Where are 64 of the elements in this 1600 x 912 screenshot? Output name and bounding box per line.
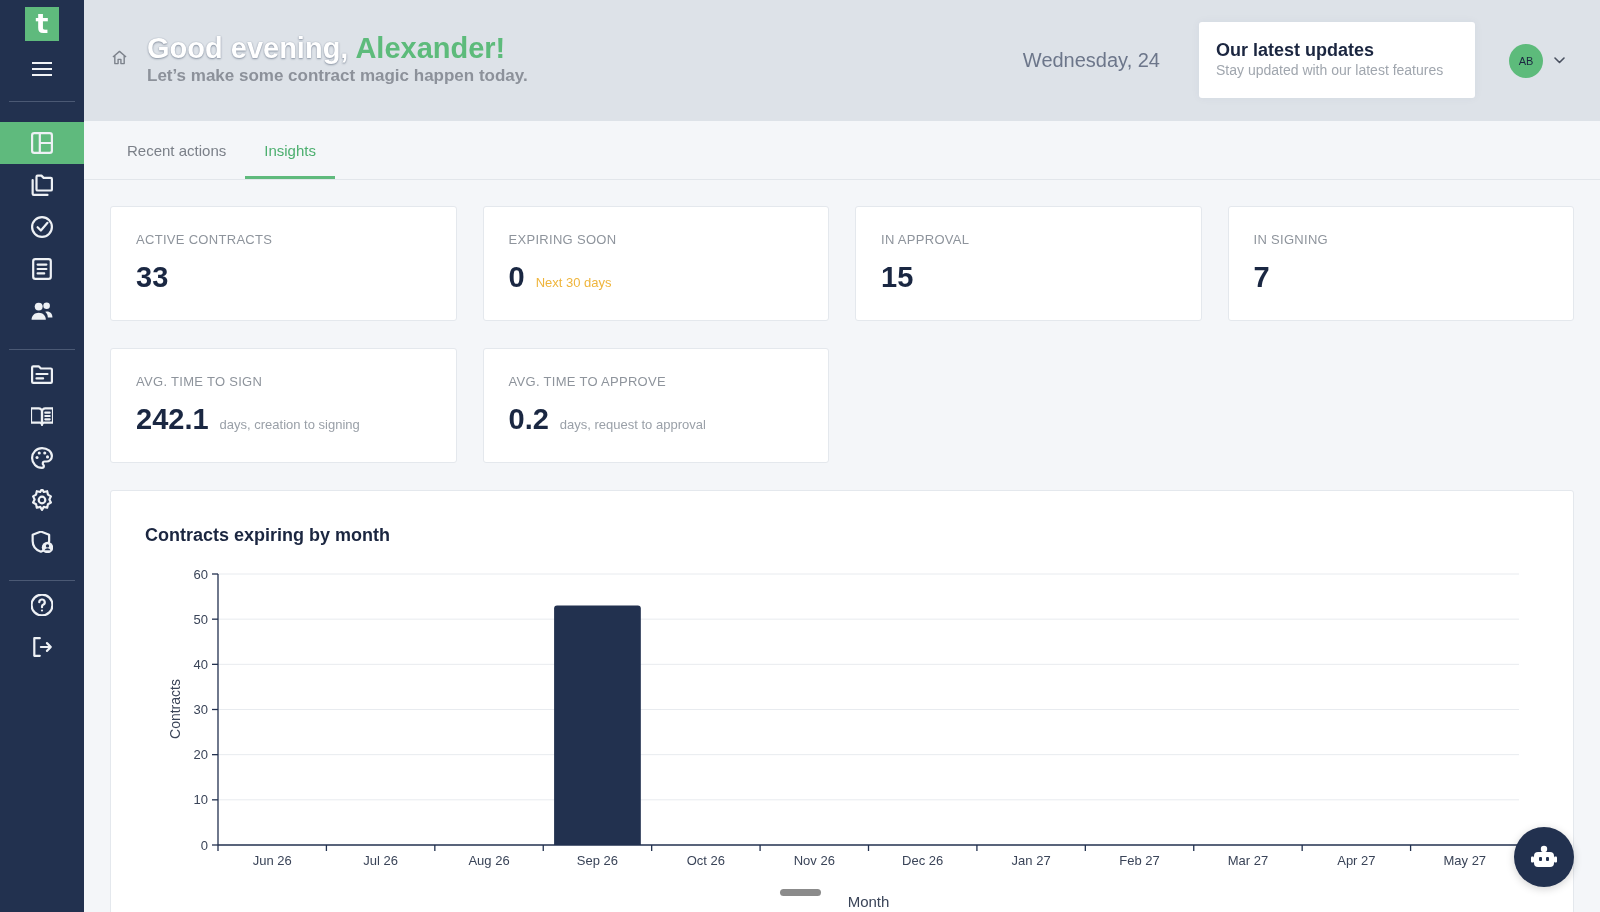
x-tick-label: Sep 26 [576,853,619,868]
x-tick-label: Aug 26 [468,853,510,868]
palette-icon [31,447,53,469]
shield-user-icon [31,531,53,553]
stat-value: 33 [136,260,169,294]
y-tick-label: 40 [193,656,208,672]
stat-value: 0.2 [508,402,549,436]
home-icon[interactable] [112,50,127,65]
tab[interactable]: Recent actions [108,121,246,179]
greeting-title: Good evening, Alexander! [147,30,507,65]
stat-label: EXPIRING SOON [508,232,618,248]
scrollbar-thumb[interactable] [780,889,821,896]
document-icon [31,258,53,280]
x-tick-label: Dec 26 [902,853,944,868]
greeting-subtitle: Let’s make some contract magic happen today. [147,64,528,87]
stat-note: days, creation to signing [219,417,360,432]
robot-icon [1531,845,1557,869]
help-icon [31,594,53,616]
settings-icon [31,489,53,511]
stat-label: IN SIGNING [1253,232,1329,248]
check-circle-icon [31,216,53,238]
book-icon [31,405,53,427]
logout-icon [31,636,53,658]
chevron-down-icon[interactable] [1554,57,1565,64]
y-tick-label: 20 [193,747,208,763]
stat-value: 0 [508,260,525,294]
y-tick-label: 60 [193,566,208,582]
tab[interactable]: Insights [245,121,335,179]
updates-subtitle: Stay updated with our latest features [1216,61,1445,79]
x-tick-label: May 27 [1443,853,1487,868]
folders-icon [31,174,53,196]
stat-note: days, request to approval [559,417,706,432]
stat-label: AVG. TIME TO APPROVE [508,374,667,390]
y-tick-label: 50 [193,611,208,627]
y-axis-title: Contracts [166,679,183,739]
x-tick-label: Oct 26 [686,853,725,868]
x-tick-label: Jun 26 [252,853,292,868]
x-tick-label: Jul 26 [363,853,398,868]
x-tick-label: Nov 26 [793,853,835,868]
date-text: Wednesday, 24 [1022,49,1160,72]
x-tick-label: Jan 27 [1011,853,1051,868]
stat-note: Next 30 days [535,275,612,290]
stat-label: AVG. TIME TO SIGN [136,374,264,390]
updates-card[interactable]: Our latest updates Stay updated with our latest features [1199,21,1475,98]
dashboard-icon [31,132,53,154]
stat-value: 7 [1253,260,1270,294]
y-tick-label: 10 [193,792,208,808]
people-icon [31,300,53,322]
x-tick-label: Mar 27 [1227,853,1269,868]
logo[interactable]: t [25,7,59,41]
chart-title: Contracts expiring by month [145,524,392,546]
folder-icon [31,363,53,385]
updates-title: Our latest updates [1216,38,1376,61]
menu-icon [32,62,52,76]
x-axis-title: Month [847,893,890,910]
stat-label: ACTIVE CONTRACTS [136,232,274,248]
stat-value: 15 [881,260,914,294]
y-tick-label: 0 [200,837,208,853]
x-tick-label: Feb 27 [1119,853,1160,868]
stat-value: 242.1 [136,402,209,436]
stat-label: IN APPROVAL [881,232,971,248]
avatar[interactable]: AB [1509,43,1543,78]
x-tick-label: Apr 27 [1337,853,1376,868]
y-tick-label: 30 [193,702,208,717]
